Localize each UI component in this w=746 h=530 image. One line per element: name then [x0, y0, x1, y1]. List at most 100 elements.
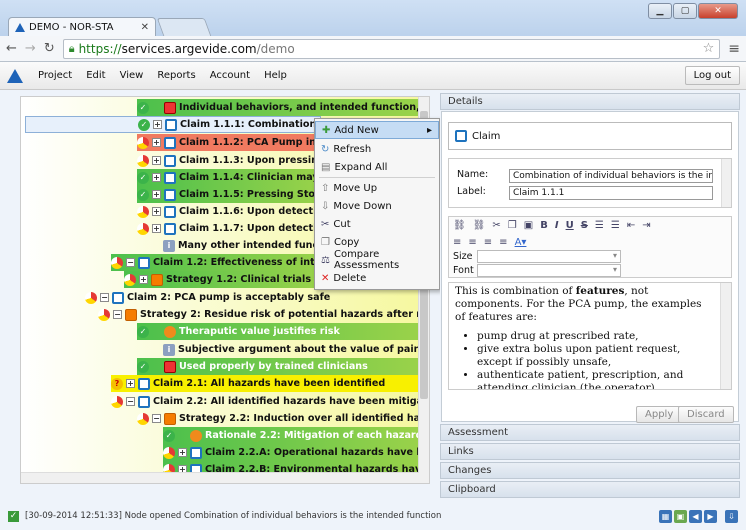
menu-reports[interactable]: Reports: [157, 70, 195, 81]
browser-tab[interactable]: DEMO - NOR-STA ✕: [8, 17, 156, 36]
menu-add-new[interactable]: ✚ Add New ▸: [315, 121, 439, 139]
discard-button[interactable]: Discard: [678, 406, 734, 423]
accordion-links[interactable]: Links: [440, 443, 740, 460]
menu-move-up[interactable]: ⇧ Move Up: [315, 179, 439, 197]
expand-icon[interactable]: +: [152, 138, 161, 147]
menu-project[interactable]: Project: [38, 70, 72, 81]
reload-icon[interactable]: ↻: [44, 41, 55, 56]
copy-icon[interactable]: ❐: [508, 220, 517, 231]
tree-row[interactable]: ✓ Individual behaviors, and intended func…: [137, 99, 419, 116]
tree-row[interactable]: − Strategy 2: Residue risk of potential h…: [98, 306, 419, 323]
editor-scrollbar[interactable]: [720, 283, 731, 389]
back-icon[interactable]: ←: [6, 41, 17, 56]
details-header[interactable]: Details: [440, 93, 740, 110]
accordion-changes[interactable]: Changes: [440, 462, 740, 479]
prev-icon[interactable]: ◀: [689, 509, 702, 523]
menu-move-down[interactable]: ⇩ Move Down: [315, 197, 439, 215]
expand-icon[interactable]: +: [139, 275, 148, 284]
tree-row[interactable]: ✓+ Claim 1.1.4: Clinician may com: [137, 169, 321, 186]
expand-icon[interactable]: +: [152, 190, 161, 199]
underline-icon[interactable]: U: [566, 220, 574, 231]
tree-row[interactable]: − Claim 2: PCA pump is acceptably safe: [85, 289, 419, 306]
indent-icon[interactable]: ⇥: [642, 220, 650, 231]
text-color-icon[interactable]: A▾: [515, 237, 527, 248]
collapse-icon[interactable]: −: [152, 414, 161, 423]
unlink-icon[interactable]: ⛓: [473, 220, 486, 231]
font-select[interactable]: ▾: [477, 264, 621, 277]
expand-icon[interactable]: +: [178, 448, 187, 457]
browser-menu-icon[interactable]: ≡: [728, 41, 740, 57]
collapse-icon[interactable]: −: [100, 293, 109, 302]
size-select[interactable]: ▾: [477, 250, 621, 263]
fields-scrollbar[interactable]: [721, 159, 731, 207]
tree-row[interactable]: ✓ Rationale 2.2: Mitigation of each hazar…: [163, 427, 419, 444]
download-icon[interactable]: ⇩: [725, 509, 738, 523]
apply-button[interactable]: Apply: [636, 406, 683, 423]
menu-account[interactable]: Account: [210, 70, 250, 81]
tree-row[interactable]: + Claim 1.1.7: Upon detection of: [137, 220, 321, 237]
collapse-icon[interactable]: −: [126, 397, 135, 406]
expand-icon[interactable]: +: [152, 156, 161, 165]
expand-icon[interactable]: +: [152, 207, 161, 216]
menu-delete[interactable]: ✕ Delete: [315, 269, 439, 287]
italic-icon[interactable]: I: [555, 220, 559, 231]
tree-row[interactable]: ? + Claim 2.1: All hazards have been ident…: [111, 375, 419, 392]
name-input[interactable]: Combination of individual behaviors is t…: [509, 169, 713, 183]
logout-button[interactable]: Log out: [684, 66, 740, 85]
cut-icon[interactable]: ✂: [492, 220, 500, 231]
menu-compare-assessments[interactable]: ⚖ Compare Assessments: [315, 249, 439, 271]
menu-expand-all[interactable]: ▤ Expand All: [315, 158, 439, 176]
next-icon[interactable]: ▶: [704, 509, 717, 523]
tree-row[interactable]: iMany other intended functions: [163, 237, 321, 254]
tree-row[interactable]: − Strategy 2.2: Induction over all identi…: [137, 410, 419, 427]
close-window-button[interactable]: ✕: [698, 3, 738, 19]
menu-refresh[interactable]: ↻ Refresh: [315, 140, 439, 158]
menu-help[interactable]: Help: [264, 70, 287, 81]
paste-icon[interactable]: ▣: [524, 220, 533, 231]
collapse-icon[interactable]: −: [126, 258, 135, 267]
expand-icon[interactable]: +: [126, 379, 135, 388]
maximize-button[interactable]: ▢: [673, 3, 697, 19]
menu-edit[interactable]: Edit: [86, 70, 105, 81]
expand-icon[interactable]: +: [152, 173, 161, 182]
accordion-clipboard[interactable]: Clipboard: [440, 481, 740, 498]
menu-view[interactable]: View: [120, 70, 144, 81]
align-left-icon[interactable]: ≡: [453, 237, 461, 248]
tree-horizontal-scrollbar[interactable]: [21, 472, 419, 483]
accordion-assessment[interactable]: Assessment: [440, 424, 740, 441]
tree-row[interactable]: − Claim 1.2: Effectiveness of intended: [111, 254, 321, 271]
new-tab-button[interactable]: [156, 18, 212, 36]
tab-close-icon[interactable]: ✕: [141, 22, 149, 33]
tree-row[interactable]: i Subjective argument about the value of …: [163, 341, 419, 358]
image-view-icon[interactable]: ▣: [674, 509, 687, 523]
expand-icon[interactable]: +: [152, 224, 161, 233]
tree-row-selected[interactable]: ✓+ Claim 1.1.1: Combination of in: [25, 116, 321, 133]
bookmark-star-icon[interactable]: ☆: [703, 41, 715, 56]
link-icon[interactable]: ⛓: [453, 220, 466, 231]
rich-text-editor[interactable]: This is combination of features, not com…: [448, 282, 732, 390]
minimize-button[interactable]: ▁: [648, 3, 672, 19]
tree-row[interactable]: + Strategy 1.2: Clinical trials must b: [124, 271, 321, 288]
numbered-list-icon[interactable]: ☰: [595, 220, 604, 231]
align-right-icon[interactable]: ≡: [484, 237, 492, 248]
expand-icon[interactable]: +: [153, 120, 162, 129]
tree-row[interactable]: + Claim 1.1.6: Upon detection of: [137, 203, 321, 220]
align-center-icon[interactable]: ≡: [468, 237, 476, 248]
forward-icon[interactable]: →: [25, 41, 36, 56]
outdent-icon[interactable]: ⇤: [627, 220, 635, 231]
grid-view-icon[interactable]: ▦: [659, 509, 672, 523]
tree-row[interactable]: + Claim 2.2.A: Operational hazards have b…: [163, 444, 419, 461]
justify-icon[interactable]: ≡: [499, 237, 507, 248]
tree-row[interactable]: ✓+ Claim 1.1.5: Pressing Stop But: [137, 186, 321, 203]
strikethrough-icon[interactable]: S: [581, 220, 588, 231]
tree-row[interactable]: ✓ Used properly by trained clinicians: [137, 358, 419, 375]
tree-row[interactable]: + Claim 1.1.2: PCA Pump infuse: [137, 134, 321, 151]
tree-row[interactable]: − Claim 2.2: All identified hazards have …: [111, 393, 419, 410]
tree-row[interactable]: ✓ Theraputic value justifies risk: [137, 323, 419, 340]
menu-cut[interactable]: ✂ Cut: [315, 215, 439, 233]
bold-icon[interactable]: B: [540, 220, 548, 231]
bullet-list-icon[interactable]: ☰: [611, 220, 620, 231]
label-input[interactable]: Claim 1.1.1: [509, 186, 713, 200]
tree-row[interactable]: + Claim 1.1.3: Upon pressing of: [137, 152, 321, 169]
url-input[interactable]: 🔒︎ https:// services.argevide.com /demo …: [62, 38, 721, 59]
